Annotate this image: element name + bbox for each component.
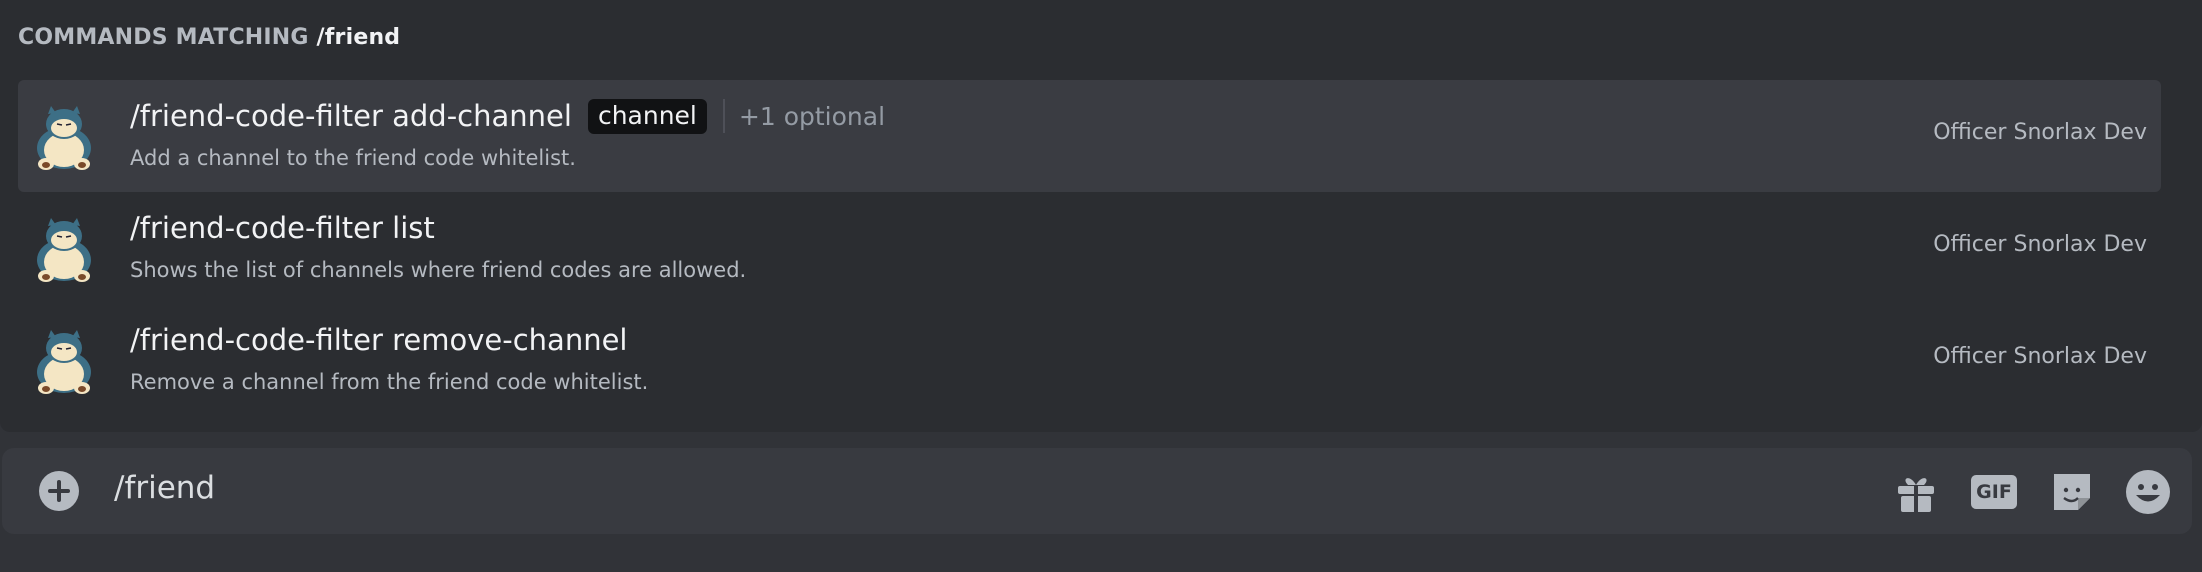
command-autocomplete-popup: COMMANDS MATCHING /friend /friend-code-f… (0, 0, 2202, 432)
command-source-bot: Officer Snorlax Dev (1933, 232, 2147, 257)
command-title-line: /friend-code-filter remove-channel (130, 318, 627, 362)
autocomplete-header-label: COMMANDS MATCHING (18, 25, 309, 50)
command-title-line: /friend-code-filter list (130, 206, 435, 250)
autocomplete-header-query: /friend (316, 25, 401, 50)
plus-circle-icon[interactable] (38, 470, 80, 512)
message-input[interactable] (114, 470, 1814, 506)
command-description: Remove a channel from the friend code wh… (130, 370, 649, 394)
command-description: Shows the list of channels where friend … (130, 258, 747, 282)
emoji-icon[interactable] (2124, 468, 2172, 516)
command-arg-chip: channel (587, 98, 707, 134)
command-source-bot: Officer Snorlax Dev (1933, 344, 2147, 369)
bot-avatar-icon (37, 218, 91, 282)
command-source-bot: Officer Snorlax Dev (1933, 120, 2147, 145)
gif-icon: GIF (1971, 475, 2017, 509)
command-name: /friend-code-filter add-channel (130, 99, 572, 133)
command-item-list[interactable]: /friend-code-filter list Shows the list … (18, 192, 2161, 304)
command-name: /friend-code-filter remove-channel (130, 323, 628, 357)
chat-area: COMMANDS MATCHING /friend /friend-code-f… (0, 0, 2202, 572)
command-item-remove-channel[interactable]: /friend-code-filter remove-channel Remov… (18, 304, 2161, 416)
gif-label: GIF (1976, 481, 2012, 503)
sticker-icon[interactable] (2048, 468, 2096, 516)
divider (722, 99, 725, 133)
command-description: Add a channel to the friend code whiteli… (130, 146, 576, 170)
command-name: /friend-code-filter list (130, 211, 435, 245)
command-optional-count: +1 optional (738, 101, 886, 131)
command-title-line: /friend-code-filter add-channel channel … (130, 94, 885, 138)
gif-button[interactable]: GIF (1970, 468, 2018, 516)
message-composer: GIF (2, 448, 2192, 534)
bot-avatar-icon (37, 106, 91, 170)
gift-icon[interactable] (1892, 468, 1940, 516)
bot-avatar-icon (37, 330, 91, 394)
autocomplete-header: COMMANDS MATCHING /friend (18, 25, 400, 50)
command-item-add-channel[interactable]: /friend-code-filter add-channel channel … (18, 80, 2161, 192)
